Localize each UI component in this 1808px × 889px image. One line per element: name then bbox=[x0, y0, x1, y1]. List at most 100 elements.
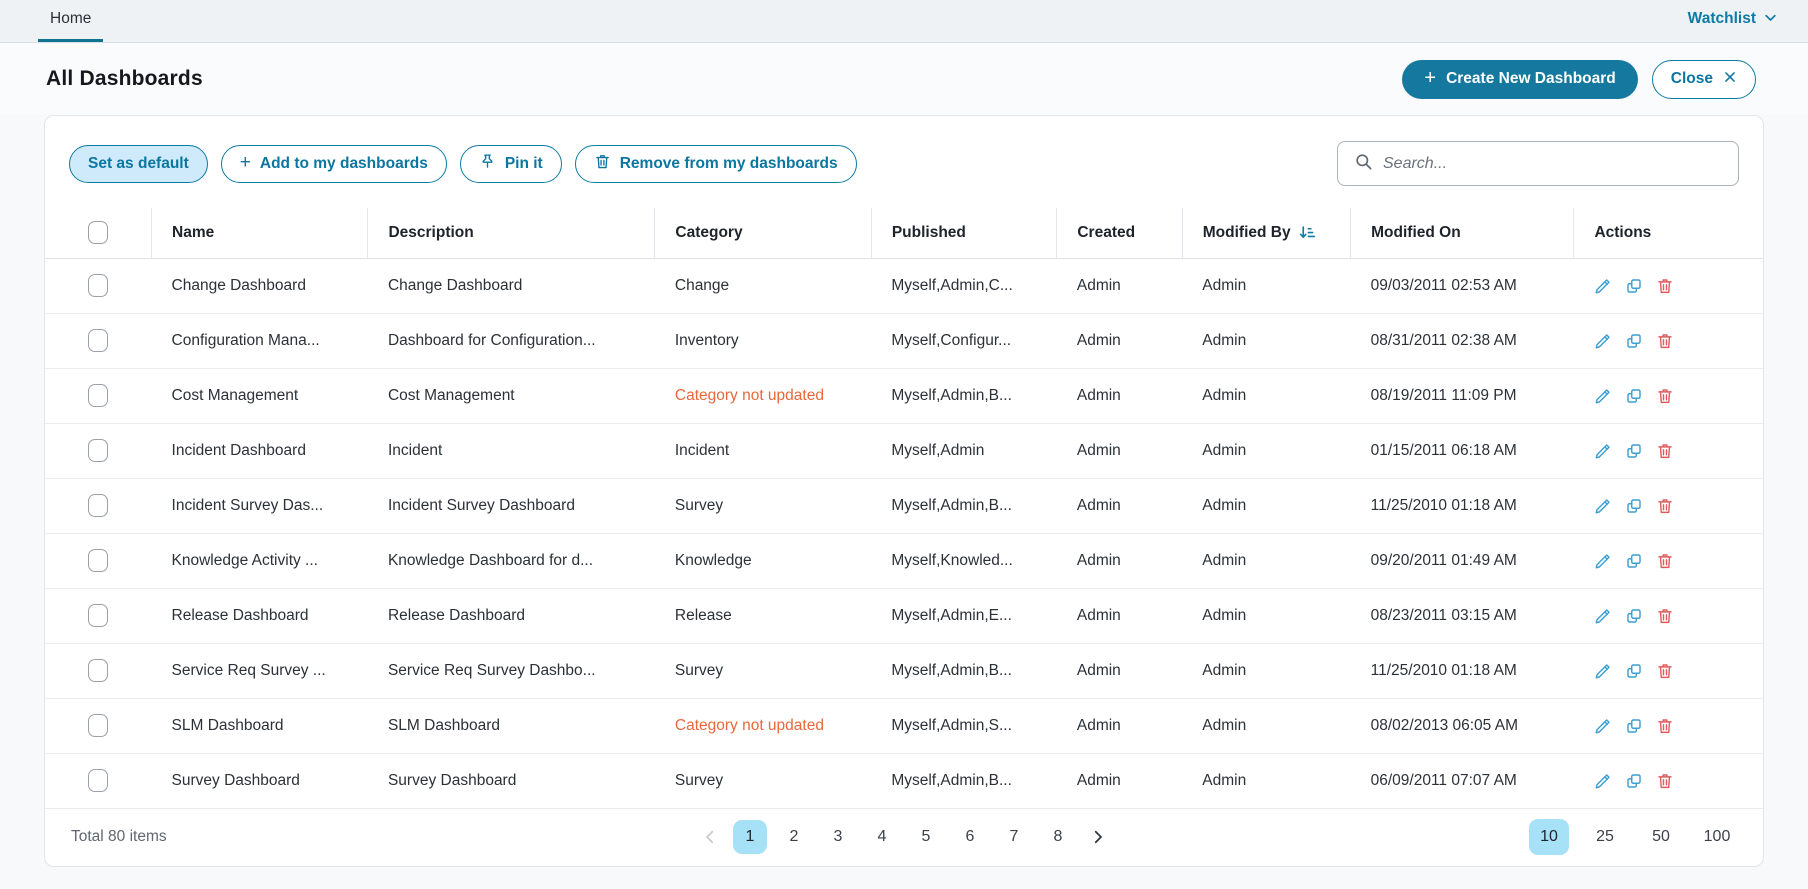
close-button[interactable]: Close bbox=[1652, 60, 1756, 99]
delete-icon[interactable] bbox=[1656, 607, 1674, 625]
edit-icon[interactable] bbox=[1594, 497, 1612, 515]
plus-icon: + bbox=[240, 153, 251, 172]
delete-icon[interactable] bbox=[1656, 717, 1674, 735]
row-actions-cell bbox=[1574, 753, 1763, 808]
page-size-button-100[interactable]: 100 bbox=[1697, 819, 1737, 855]
row-checkbox[interactable] bbox=[88, 274, 108, 297]
column-header-modified-by[interactable]: Modified By bbox=[1182, 208, 1350, 258]
row-modified-on: 11/25/2010 01:18 AM bbox=[1351, 643, 1574, 698]
edit-icon[interactable] bbox=[1594, 607, 1612, 625]
row-name: Knowledge Activity ... bbox=[152, 533, 368, 588]
column-header-category[interactable]: Category bbox=[655, 208, 871, 258]
row-created: Admin bbox=[1057, 588, 1182, 643]
copy-icon[interactable] bbox=[1625, 277, 1643, 295]
delete-icon[interactable] bbox=[1656, 552, 1674, 570]
edit-icon[interactable] bbox=[1594, 662, 1612, 680]
page-button-3[interactable]: 3 bbox=[821, 820, 855, 854]
delete-icon[interactable] bbox=[1656, 772, 1674, 790]
delete-icon[interactable] bbox=[1656, 442, 1674, 460]
row-modified-by: Admin bbox=[1182, 698, 1350, 753]
page-button-4[interactable]: 4 bbox=[865, 820, 899, 854]
row-checkbox[interactable] bbox=[88, 549, 108, 572]
row-description: SLM Dashboard bbox=[368, 698, 655, 753]
delete-icon[interactable] bbox=[1656, 332, 1674, 350]
page-size-button-25[interactable]: 25 bbox=[1585, 819, 1625, 855]
row-modified-by: Admin bbox=[1182, 753, 1350, 808]
row-description: Release Dashboard bbox=[368, 588, 655, 643]
copy-icon[interactable] bbox=[1625, 552, 1643, 570]
next-page-icon[interactable] bbox=[1085, 828, 1111, 846]
page-button-6[interactable]: 6 bbox=[953, 820, 987, 854]
edit-icon[interactable] bbox=[1594, 442, 1612, 460]
row-checkbox[interactable] bbox=[88, 494, 108, 517]
page-button-2[interactable]: 2 bbox=[777, 820, 811, 854]
row-select-cell bbox=[45, 588, 152, 643]
search-input[interactable] bbox=[1383, 155, 1722, 173]
row-modified-on: 09/20/2011 01:49 AM bbox=[1351, 533, 1574, 588]
page-button-7[interactable]: 7 bbox=[997, 820, 1031, 854]
add-to-my-dashboards-label: Add to my dashboards bbox=[260, 155, 428, 173]
copy-icon[interactable] bbox=[1625, 772, 1643, 790]
row-modified-on: 08/19/2011 11:09 PM bbox=[1351, 368, 1574, 423]
delete-icon[interactable] bbox=[1656, 662, 1674, 680]
row-select-cell bbox=[45, 313, 152, 368]
edit-icon[interactable] bbox=[1594, 552, 1612, 570]
column-header-description[interactable]: Description bbox=[368, 208, 655, 258]
row-checkbox[interactable] bbox=[88, 384, 108, 407]
row-name: Incident Dashboard bbox=[152, 423, 368, 478]
row-description: Incident bbox=[368, 423, 655, 478]
pin-it-button[interactable]: Pin it bbox=[460, 145, 562, 183]
tab-home[interactable]: Home bbox=[38, 10, 103, 42]
copy-icon[interactable] bbox=[1625, 497, 1643, 515]
edit-icon[interactable] bbox=[1594, 387, 1612, 405]
select-all-cell bbox=[45, 208, 152, 258]
column-header-name[interactable]: Name bbox=[152, 208, 368, 258]
page-button-1[interactable]: 1 bbox=[733, 820, 767, 854]
column-header-created[interactable]: Created bbox=[1057, 208, 1182, 258]
row-category: Survey bbox=[655, 478, 871, 533]
set-as-default-button[interactable]: Set as default bbox=[69, 145, 208, 183]
page-size-button-50[interactable]: 50 bbox=[1641, 819, 1681, 855]
column-header-modified-on[interactable]: Modified On bbox=[1351, 208, 1574, 258]
delete-icon[interactable] bbox=[1656, 277, 1674, 295]
table-footer: Total 80 items 12345678 102550100 bbox=[45, 808, 1763, 867]
watchlist-label: Watchlist bbox=[1688, 10, 1756, 28]
select-all-checkbox[interactable] bbox=[88, 221, 108, 244]
edit-icon[interactable] bbox=[1594, 277, 1612, 295]
page-button-5[interactable]: 5 bbox=[909, 820, 943, 854]
row-actions-cell bbox=[1574, 478, 1763, 533]
row-published: Myself,Admin,B... bbox=[871, 368, 1057, 423]
row-checkbox[interactable] bbox=[88, 329, 108, 352]
row-name: SLM Dashboard bbox=[152, 698, 368, 753]
copy-icon[interactable] bbox=[1625, 607, 1643, 625]
row-checkbox[interactable] bbox=[88, 439, 108, 462]
row-description: Knowledge Dashboard for d... bbox=[368, 533, 655, 588]
sort-descending-icon[interactable] bbox=[1299, 225, 1316, 241]
copy-icon[interactable] bbox=[1625, 662, 1643, 680]
page-button-8[interactable]: 8 bbox=[1041, 820, 1075, 854]
row-checkbox[interactable] bbox=[88, 659, 108, 682]
edit-icon[interactable] bbox=[1594, 717, 1612, 735]
edit-icon[interactable] bbox=[1594, 332, 1612, 350]
delete-icon[interactable] bbox=[1656, 497, 1674, 515]
watchlist-dropdown[interactable]: Watchlist bbox=[1688, 8, 1778, 42]
row-checkbox[interactable] bbox=[88, 604, 108, 627]
copy-icon[interactable] bbox=[1625, 442, 1643, 460]
previous-page-icon[interactable] bbox=[697, 828, 723, 846]
row-name: Change Dashboard bbox=[152, 258, 368, 313]
add-to-my-dashboards-button[interactable]: + Add to my dashboards bbox=[221, 145, 447, 183]
page-size-button-10[interactable]: 10 bbox=[1529, 819, 1569, 855]
pin-icon bbox=[479, 153, 496, 175]
create-new-dashboard-button[interactable]: + Create New Dashboard bbox=[1402, 60, 1637, 99]
copy-icon[interactable] bbox=[1625, 387, 1643, 405]
dashboards-table: Name Description Category Published Crea… bbox=[45, 208, 1763, 808]
row-modified-by: Admin bbox=[1182, 258, 1350, 313]
edit-icon[interactable] bbox=[1594, 772, 1612, 790]
copy-icon[interactable] bbox=[1625, 717, 1643, 735]
copy-icon[interactable] bbox=[1625, 332, 1643, 350]
column-header-published[interactable]: Published bbox=[871, 208, 1057, 258]
row-checkbox[interactable] bbox=[88, 769, 108, 792]
delete-icon[interactable] bbox=[1656, 387, 1674, 405]
row-checkbox[interactable] bbox=[88, 714, 108, 737]
remove-from-my-dashboards-button[interactable]: Remove from my dashboards bbox=[575, 145, 857, 183]
